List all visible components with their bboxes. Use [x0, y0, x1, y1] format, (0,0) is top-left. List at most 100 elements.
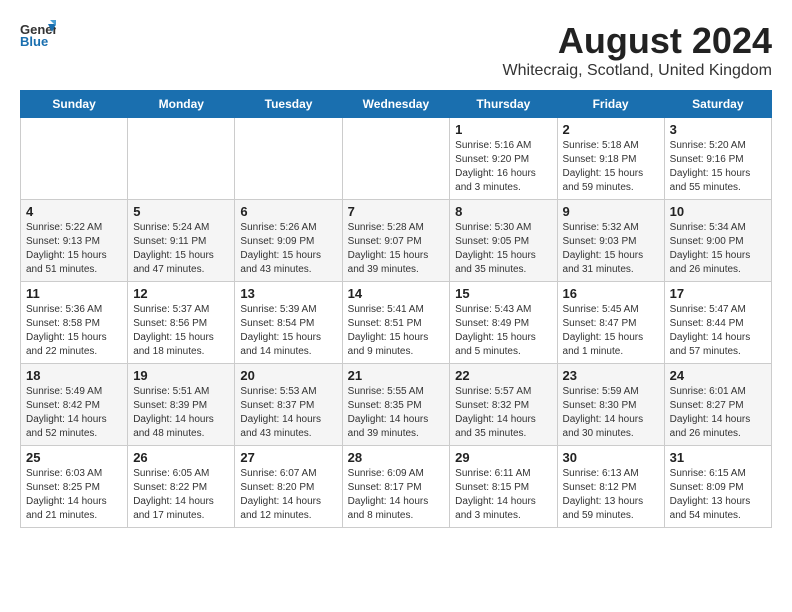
- day-info: Sunrise: 5:34 AM Sunset: 9:00 PM Dayligh…: [670, 221, 766, 277]
- col-header-sunday: Sunday: [21, 91, 128, 118]
- day-number: 19: [133, 368, 229, 383]
- day-info: Sunrise: 5:24 AM Sunset: 9:11 PM Dayligh…: [133, 221, 229, 277]
- col-header-wednesday: Wednesday: [342, 91, 450, 118]
- empty-cell: [128, 118, 235, 200]
- calendar-day-30: 30 Sunrise: 6:13 AM Sunset: 8:12 PM Dayli…: [557, 446, 664, 528]
- day-info: Sunrise: 6:01 AM Sunset: 8:27 PM Dayligh…: [670, 385, 766, 441]
- calendar-day-23: 23Sunrise: 5:59 AM Sunset: 8:30 PM Dayli…: [557, 364, 664, 446]
- day-info: Sunrise: 5:47 AM Sunset: 8:44 PM Dayligh…: [670, 303, 766, 359]
- day-number: 11: [26, 286, 122, 301]
- day-number: 25: [26, 450, 122, 465]
- day-number: 1: [455, 122, 551, 137]
- day-info: Sunrise: 6:03 AM Sunset: 8:25 PM Dayligh…: [26, 467, 122, 523]
- day-number: 9: [563, 204, 659, 219]
- day-number: 31: [670, 450, 766, 465]
- calendar-day-17: 17 Sunrise: 5:47 AM Sunset: 8:44 PM Dayli…: [664, 282, 771, 364]
- day-number: 28: [348, 450, 445, 465]
- day-number: 29: [455, 450, 551, 465]
- calendar-day-7: 7Sunrise: 5:28 AM Sunset: 9:07 PM Daylig…: [342, 200, 450, 282]
- calendar-day-28: 28 Sunrise: 6:09 AM Sunset: 8:17 PM Dayli…: [342, 446, 450, 528]
- calendar-day-18: 18 Sunrise: 5:49 AM Sunset: 8:42 PM Dayli…: [21, 364, 128, 446]
- calendar-table: SundayMondayTuesdayWednesdayThursdayFrid…: [20, 90, 772, 528]
- day-number: 13: [240, 286, 336, 301]
- day-info: Sunrise: 5:16 AM Sunset: 9:20 PM Dayligh…: [455, 139, 551, 195]
- calendar-day-26: 26 Sunrise: 6:05 AM Sunset: 8:22 PM Dayli…: [128, 446, 235, 528]
- day-number: 21: [348, 368, 445, 383]
- calendar-day-10: 10 Sunrise: 5:34 AM Sunset: 9:00 PM Dayli…: [664, 200, 771, 282]
- empty-cell: [342, 118, 450, 200]
- day-number: 8: [455, 204, 551, 219]
- calendar-week-5: 25 Sunrise: 6:03 AM Sunset: 8:25 PM Dayli…: [21, 446, 772, 528]
- day-number: 18: [26, 368, 122, 383]
- calendar-day-15: 15 Sunrise: 5:43 AM Sunset: 8:49 PM Dayli…: [450, 282, 557, 364]
- day-number: 3: [670, 122, 766, 137]
- empty-cell: [21, 118, 128, 200]
- day-number: 17: [670, 286, 766, 301]
- day-info: Sunrise: 5:53 AM Sunset: 8:37 PM Dayligh…: [240, 385, 336, 441]
- col-header-friday: Friday: [557, 91, 664, 118]
- day-number: 30: [563, 450, 659, 465]
- day-info: Sunrise: 5:20 AM Sunset: 9:16 PM Dayligh…: [670, 139, 766, 195]
- calendar-day-20: 20 Sunrise: 5:53 AM Sunset: 8:37 PM Dayli…: [235, 364, 342, 446]
- day-number: 15: [455, 286, 551, 301]
- calendar-day-2: 2 Sunrise: 5:18 AM Sunset: 9:18 PM Daylig…: [557, 118, 664, 200]
- day-number: 2: [563, 122, 659, 137]
- day-info: Sunrise: 6:13 AM Sunset: 8:12 PM Dayligh…: [563, 467, 659, 523]
- day-info: Sunrise: 5:26 AM Sunset: 9:09 PM Dayligh…: [240, 221, 336, 277]
- day-number: 16: [563, 286, 659, 301]
- day-number: 22: [455, 368, 551, 383]
- day-info: Sunrise: 5:51 AM Sunset: 8:39 PM Dayligh…: [133, 385, 229, 441]
- day-info: Sunrise: 5:32 AM Sunset: 9:03 PM Dayligh…: [563, 221, 659, 277]
- calendar-day-6: 6 Sunrise: 5:26 AM Sunset: 9:09 PM Daylig…: [235, 200, 342, 282]
- day-number: 20: [240, 368, 336, 383]
- day-info: Sunrise: 5:36 AM Sunset: 8:58 PM Dayligh…: [26, 303, 122, 359]
- calendar-day-3: 3 Sunrise: 5:20 AM Sunset: 9:16 PM Daylig…: [664, 118, 771, 200]
- day-number: 6: [240, 204, 336, 219]
- day-info: Sunrise: 5:37 AM Sunset: 8:56 PM Dayligh…: [133, 303, 229, 359]
- day-info: Sunrise: 6:09 AM Sunset: 8:17 PM Dayligh…: [348, 467, 445, 523]
- svg-text:Blue: Blue: [20, 34, 48, 48]
- day-info: Sunrise: 5:49 AM Sunset: 8:42 PM Dayligh…: [26, 385, 122, 441]
- calendar-day-14: 14Sunrise: 5:41 AM Sunset: 8:51 PM Dayli…: [342, 282, 450, 364]
- day-info: Sunrise: 5:43 AM Sunset: 8:49 PM Dayligh…: [455, 303, 551, 359]
- calendar-day-27: 27Sunrise: 6:07 AM Sunset: 8:20 PM Dayli…: [235, 446, 342, 528]
- col-header-tuesday: Tuesday: [235, 91, 342, 118]
- day-number: 5: [133, 204, 229, 219]
- calendar-day-19: 19 Sunrise: 5:51 AM Sunset: 8:39 PM Dayli…: [128, 364, 235, 446]
- logo: General Blue: [20, 20, 56, 48]
- calendar-day-13: 13 Sunrise: 5:39 AM Sunset: 8:54 PM Dayli…: [235, 282, 342, 364]
- day-number: 10: [670, 204, 766, 219]
- day-number: 14: [348, 286, 445, 301]
- logo-icon: General Blue: [20, 20, 56, 48]
- col-header-thursday: Thursday: [450, 91, 557, 118]
- day-info: Sunrise: 6:07 AM Sunset: 8:20 PM Dayligh…: [240, 467, 336, 523]
- calendar-day-25: 25 Sunrise: 6:03 AM Sunset: 8:25 PM Dayli…: [21, 446, 128, 528]
- calendar-day-21: 21Sunrise: 5:55 AM Sunset: 8:35 PM Dayli…: [342, 364, 450, 446]
- day-info: Sunrise: 5:39 AM Sunset: 8:54 PM Dayligh…: [240, 303, 336, 359]
- day-info: Sunrise: 5:18 AM Sunset: 9:18 PM Dayligh…: [563, 139, 659, 195]
- calendar-day-24: 24 Sunrise: 6:01 AM Sunset: 8:27 PM Dayli…: [664, 364, 771, 446]
- calendar-week-4: 18 Sunrise: 5:49 AM Sunset: 8:42 PM Dayli…: [21, 364, 772, 446]
- day-info: Sunrise: 6:15 AM Sunset: 8:09 PM Dayligh…: [670, 467, 766, 523]
- day-info: Sunrise: 6:05 AM Sunset: 8:22 PM Dayligh…: [133, 467, 229, 523]
- day-info: Sunrise: 5:57 AM Sunset: 8:32 PM Dayligh…: [455, 385, 551, 441]
- day-number: 12: [133, 286, 229, 301]
- subtitle: Whitecraig, Scotland, United Kingdom: [503, 62, 772, 80]
- col-header-saturday: Saturday: [664, 91, 771, 118]
- calendar-header-row: SundayMondayTuesdayWednesdayThursdayFrid…: [21, 91, 772, 118]
- calendar-day-31: 31 Sunrise: 6:15 AM Sunset: 8:09 PM Dayli…: [664, 446, 771, 528]
- day-info: Sunrise: 5:45 AM Sunset: 8:47 PM Dayligh…: [563, 303, 659, 359]
- calendar-day-9: 9 Sunrise: 5:32 AM Sunset: 9:03 PM Daylig…: [557, 200, 664, 282]
- day-info: Sunrise: 5:30 AM Sunset: 9:05 PM Dayligh…: [455, 221, 551, 277]
- calendar-week-1: 1 Sunrise: 5:16 AM Sunset: 9:20 PM Daylig…: [21, 118, 772, 200]
- day-number: 26: [133, 450, 229, 465]
- calendar-day-8: 8 Sunrise: 5:30 AM Sunset: 9:05 PM Daylig…: [450, 200, 557, 282]
- calendar-day-11: 11 Sunrise: 5:36 AM Sunset: 8:58 PM Dayli…: [21, 282, 128, 364]
- day-info: Sunrise: 6:11 AM Sunset: 8:15 PM Dayligh…: [455, 467, 551, 523]
- day-info: Sunrise: 5:22 AM Sunset: 9:13 PM Dayligh…: [26, 221, 122, 277]
- calendar-day-29: 29 Sunrise: 6:11 AM Sunset: 8:15 PM Dayli…: [450, 446, 557, 528]
- day-info: Sunrise: 5:28 AM Sunset: 9:07 PM Dayligh…: [348, 221, 445, 277]
- day-number: 24: [670, 368, 766, 383]
- day-info: Sunrise: 5:59 AM Sunset: 8:30 PM Dayligh…: [563, 385, 659, 441]
- calendar-day-22: 22 Sunrise: 5:57 AM Sunset: 8:32 PM Dayli…: [450, 364, 557, 446]
